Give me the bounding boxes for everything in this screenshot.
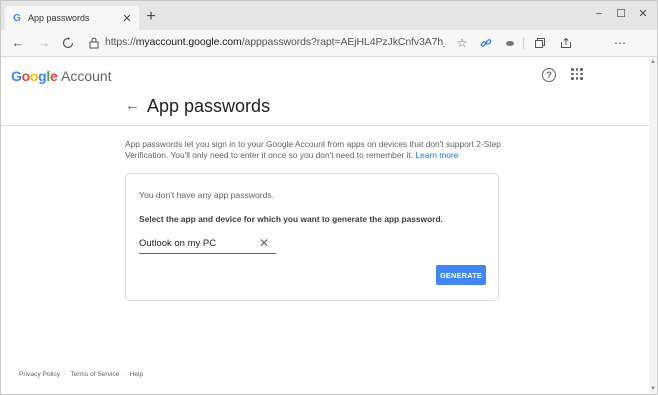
account-label: Account — [61, 68, 112, 84]
refresh-icon[interactable] — [59, 34, 77, 52]
app-password-card: You don't have any app passwords. Select… — [125, 173, 499, 301]
back-icon[interactable]: ← — [9, 34, 27, 52]
logo-letter: e — [49, 68, 58, 84]
privacy-policy-link[interactable]: Privacy Policy — [19, 371, 60, 378]
no-passwords-message: You don't have any app passwords. — [139, 190, 275, 200]
google-logo[interactable]: Google — [11, 68, 58, 84]
scroll-up-icon[interactable]: ▲ — [650, 59, 656, 65]
minimize-icon[interactable]: − — [589, 6, 609, 22]
page-description: App passwords let you sign in to your Go… — [125, 139, 505, 161]
tab-strip: G App passwords ✕ + − ☐ ✕ — [1, 1, 657, 30]
url-scheme: https:// — [105, 36, 136, 48]
browser-window: G App passwords ✕ + − ☐ ✕ ← → https://my… — [0, 0, 658, 395]
address-bar-url[interactable]: https://myaccount.google.com/apppassword… — [105, 36, 445, 48]
collections-icon[interactable] — [531, 34, 549, 52]
page-back-arrow-icon[interactable]: ← — [125, 97, 140, 114]
learn-more-link[interactable]: Learn more — [415, 150, 458, 160]
page-scrollbar[interactable]: ▲ ▼ — [649, 57, 657, 394]
app-name-input[interactable]: Outlook on my PC — [139, 237, 257, 251]
page-title: App passwords — [147, 96, 271, 116]
select-app-device-label: Select the app and device for which you … — [139, 214, 443, 224]
navigation-bar: ← → https://myaccount.google.com/apppass… — [1, 30, 657, 57]
tab-title: App passwords — [28, 13, 90, 23]
google-favicon-icon: G — [13, 12, 21, 24]
tab-close-icon[interactable]: ✕ — [121, 12, 133, 25]
favorite-star-icon[interactable]: ☆ — [453, 34, 471, 52]
terms-of-service-link[interactable]: Terms of Service — [70, 371, 119, 378]
logo-letter: o — [29, 68, 39, 84]
apps-grid-icon[interactable] — [570, 67, 584, 81]
logo-letter: o — [21, 68, 31, 84]
scroll-down-icon[interactable]: ▼ — [650, 386, 656, 392]
help-link[interactable]: Help — [130, 371, 144, 378]
close-window-icon[interactable]: ✕ — [633, 6, 653, 22]
tab-app-passwords[interactable]: G App passwords ✕ — [5, 6, 139, 30]
share-icon[interactable] — [557, 34, 575, 52]
new-tab-icon[interactable]: + — [143, 8, 159, 26]
extension-icon[interactable] — [501, 34, 519, 52]
forward-icon[interactable]: → — [35, 34, 53, 52]
generate-button[interactable]: GENERATE — [436, 265, 486, 285]
google-account-header: Google Account ? — [1, 57, 649, 93]
clear-input-icon[interactable]: ✕ — [258, 237, 270, 250]
help-icon[interactable]: ? — [542, 68, 556, 82]
url-path: /apppasswords?rapt=AEjHL4PzJkCnfv3A7h_Ys… — [241, 36, 445, 48]
header-divider — [1, 125, 649, 126]
lock-icon[interactable] — [89, 34, 103, 52]
link-icon[interactable] — [477, 34, 495, 52]
footer-separator: · — [123, 371, 126, 378]
url-domain: myaccount.google.com — [135, 36, 242, 48]
app-name-field[interactable]: Outlook on my PC ✕ — [139, 237, 276, 254]
footer-separator: · — [64, 371, 67, 378]
more-options-icon[interactable]: ⋯ — [611, 34, 629, 52]
page-footer: Privacy Policy · Terms of Service · Help — [19, 371, 143, 378]
maximize-icon[interactable]: ☐ — [611, 6, 631, 22]
toolbar-divider — [523, 38, 524, 49]
logo-letter: G — [11, 68, 22, 84]
